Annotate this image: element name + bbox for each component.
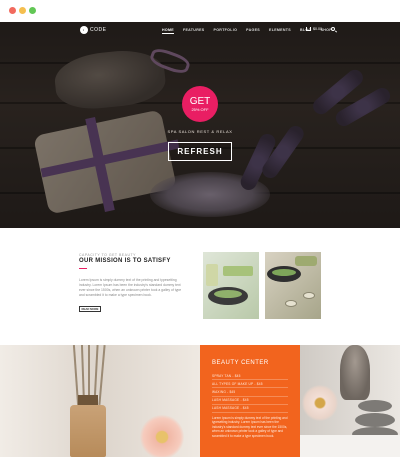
spa-products-image-2 [265, 252, 321, 319]
mission-eyebrow: CAPACITY TO GET BEAUTY [79, 253, 136, 257]
buddha-statue-image [340, 345, 370, 400]
menu-item-features[interactable]: FEATURES [183, 28, 205, 34]
hero-section: i CODE HOME FEATURES PORTFOLIO PAGES ELE… [0, 22, 400, 228]
menu-item-portfolio[interactable]: PORTFOLIO [214, 28, 238, 34]
logo-mark-icon: i [80, 26, 88, 34]
price-list: SPRAY TAN - $45 ALL TYPES OF MAKE UP - $… [212, 372, 288, 413]
maximize-window-icon[interactable] [29, 7, 36, 14]
mission-section: CAPACITY TO GET BEAUTY OUR MISSION IS TO… [0, 228, 400, 345]
beauty-center-body: Lorem Ipsum is simply dummy text of the … [212, 415, 288, 438]
price-list-item: WAXING - $45 [212, 388, 288, 397]
cart-button[interactable]: $0.00 [306, 27, 322, 31]
price-list-item: LASH MASSAGE - $45 [212, 397, 288, 405]
site-logo[interactable]: i CODE [80, 26, 106, 34]
cart-icon [306, 27, 311, 31]
menu-item-home[interactable]: HOME [162, 28, 174, 34]
accent-divider [79, 268, 87, 269]
promo-sub-text: 25% OFF [191, 106, 209, 112]
minimize-window-icon[interactable] [19, 7, 26, 14]
gerbera-flower-image [140, 415, 184, 457]
menu-item-elements[interactable]: ELEMENTS [269, 28, 291, 34]
promo-badge[interactable]: GET 25% OFF [182, 86, 218, 122]
refresh-button[interactable]: REFRESH [168, 142, 232, 161]
browser-chrome [0, 0, 400, 22]
mission-body: Lorem Ipsum is simply dummy text of the … [79, 278, 182, 297]
cart-total: $0.00 [313, 27, 322, 31]
spa-products-image-1 [203, 252, 259, 319]
hero-tagline: SPA SALON REST & RELAX [167, 129, 233, 134]
beauty-center-panel: BEAUTY CENTER SPRAY TAN - $45 ALL TYPES … [200, 345, 300, 457]
logo-text: CODE [90, 27, 107, 33]
close-window-icon[interactable] [9, 7, 16, 14]
read-more-button[interactable]: READ MORE [79, 306, 101, 312]
price-list-item: SPRAY TAN - $45 [212, 372, 288, 381]
price-list-item: ALL TYPES OF MAKE UP - $45 [212, 380, 288, 389]
reed-diffuser-image [0, 345, 200, 457]
spa-stones-image [300, 345, 400, 457]
mission-title: OUR MISSION IS TO SATISFY [79, 258, 171, 264]
main-navigation: i CODE HOME FEATURES PORTFOLIO PAGES ELE… [0, 22, 400, 38]
price-list-item: LASH MASSAGE - $45 [212, 405, 288, 413]
menu-item-pages[interactable]: PAGES [246, 28, 260, 34]
services-section: BEAUTY CENTER SPRAY TAN - $45 ALL TYPES … [0, 345, 400, 457]
beauty-center-title: BEAUTY CENTER [212, 360, 269, 366]
promo-main-text: GET [189, 95, 211, 107]
search-icon[interactable] [331, 27, 335, 31]
